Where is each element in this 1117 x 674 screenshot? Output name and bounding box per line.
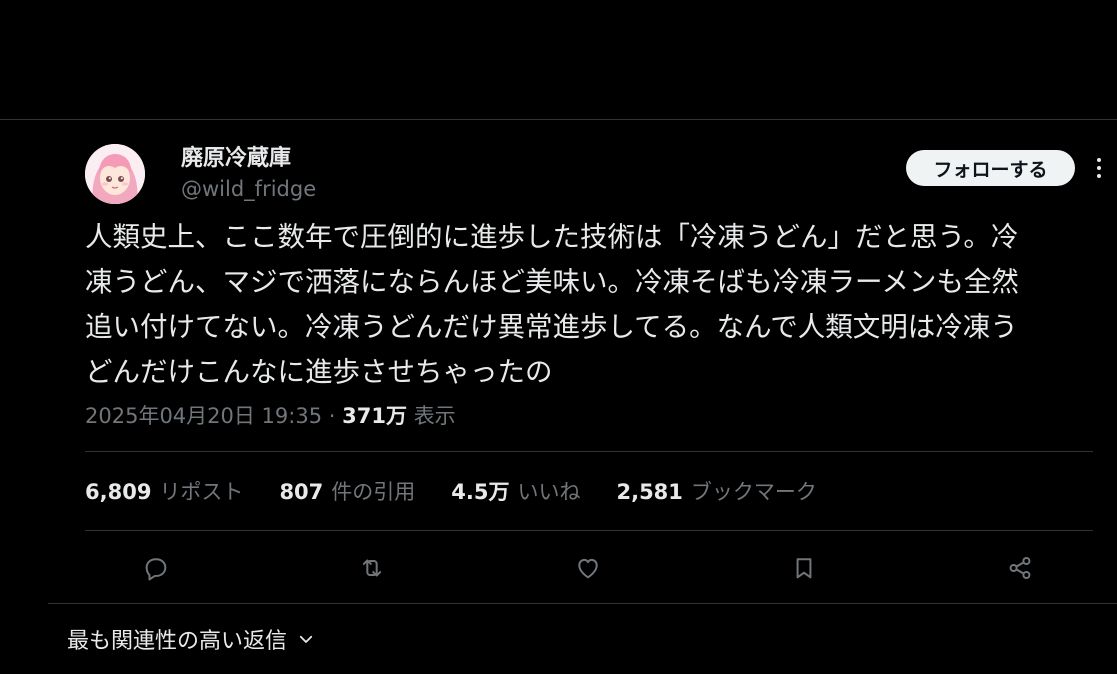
share-button[interactable] bbox=[1002, 550, 1038, 586]
stat-count: 807 bbox=[279, 480, 324, 504]
stat-label: ブックマーク bbox=[690, 480, 817, 504]
stat-quotes[interactable]: 807 件の引用 bbox=[279, 476, 415, 508]
views-label: 表示 bbox=[413, 404, 456, 428]
stat-likes[interactable]: 4.5万 いいね bbox=[451, 476, 580, 508]
timestamp[interactable]: 2025年04月20日 19:35 bbox=[85, 404, 322, 428]
like-button[interactable] bbox=[570, 550, 606, 586]
stat-bookmarks[interactable]: 2,581 ブックマーク bbox=[616, 476, 816, 508]
more-dot bbox=[1097, 166, 1101, 170]
page: 廃原冷蔵庫 @wild_fridge フォローする 人類史上、ここ数年で圧倒的に… bbox=[0, 0, 1117, 674]
tweet-meta: 2025年04月20日 19:35 · 371万 表示 bbox=[85, 401, 456, 431]
tweet-text-line: 凍うどん、マジで洒落にならんほど美味い。冷凍そばも冷凍ラーメンも全然 bbox=[85, 266, 1019, 298]
reply-sort-dropdown[interactable]: 最も関連性の高い返信 bbox=[67, 622, 315, 656]
reply-icon bbox=[145, 558, 167, 581]
more-options-icon[interactable] bbox=[1088, 154, 1110, 182]
more-dot bbox=[1097, 158, 1101, 162]
views-count: 371万 bbox=[342, 404, 407, 428]
retweet-icon bbox=[362, 559, 382, 577]
stat-count: 6,809 bbox=[85, 480, 152, 504]
chevron-down-icon bbox=[299, 635, 313, 643]
stat-reposts[interactable]: 6,809 リポスト bbox=[85, 476, 243, 508]
author-name[interactable]: 廃原冷蔵庫 bbox=[181, 144, 291, 174]
avatar-illustration-icon bbox=[85, 144, 145, 204]
divider bbox=[48, 603, 1117, 604]
stat-count: 4.5万 bbox=[451, 480, 510, 504]
author-handle[interactable]: @wild_fridge bbox=[181, 175, 316, 203]
meta-separator: · bbox=[328, 404, 336, 428]
tweet-text-line: 人類史上、ここ数年で圧倒的に進歩した技術は「冷凍うどん」だと思う。冷 bbox=[85, 221, 1019, 253]
tweet-text-line: 追い付けてない。冷凍うどんだけ異常進歩してる。なんで人類文明は冷凍う bbox=[85, 311, 1018, 343]
more-dot bbox=[1097, 174, 1101, 178]
follow-button[interactable]: フォローする bbox=[906, 150, 1075, 186]
reply-button[interactable] bbox=[138, 550, 174, 586]
engagement-stats: 6,809 リポスト 807 件の引用 4.5万 いいね 2,581 ブックマー… bbox=[85, 476, 817, 508]
stat-label: いいね bbox=[517, 480, 581, 504]
bookmark-button[interactable] bbox=[786, 550, 822, 586]
share-icon bbox=[1009, 556, 1031, 580]
divider bbox=[85, 451, 1093, 452]
like-icon bbox=[578, 558, 598, 579]
divider bbox=[85, 530, 1093, 531]
top-area bbox=[0, 0, 1117, 119]
stat-label: 件の引用 bbox=[331, 480, 416, 504]
tweet-text-line: どんだけこんなに進歩させちゃったの bbox=[85, 356, 553, 388]
tweet: 廃原冷蔵庫 @wild_fridge フォローする 人類史上、ここ数年で圧倒的に… bbox=[0, 120, 1117, 604]
avatar[interactable] bbox=[85, 144, 145, 204]
action-bar bbox=[0, 550, 1117, 586]
tweet-text: 人類史上、ここ数年で圧倒的に進歩した技術は「冷凍うどん」だと思う。冷 凍うどん、… bbox=[85, 215, 1080, 395]
stat-label: リポスト bbox=[159, 480, 244, 504]
stat-count: 2,581 bbox=[616, 480, 683, 504]
bookmark-icon bbox=[796, 558, 812, 579]
sort-label: 最も関連性の高い返信 bbox=[67, 629, 288, 654]
retweet-button[interactable] bbox=[354, 550, 390, 586]
